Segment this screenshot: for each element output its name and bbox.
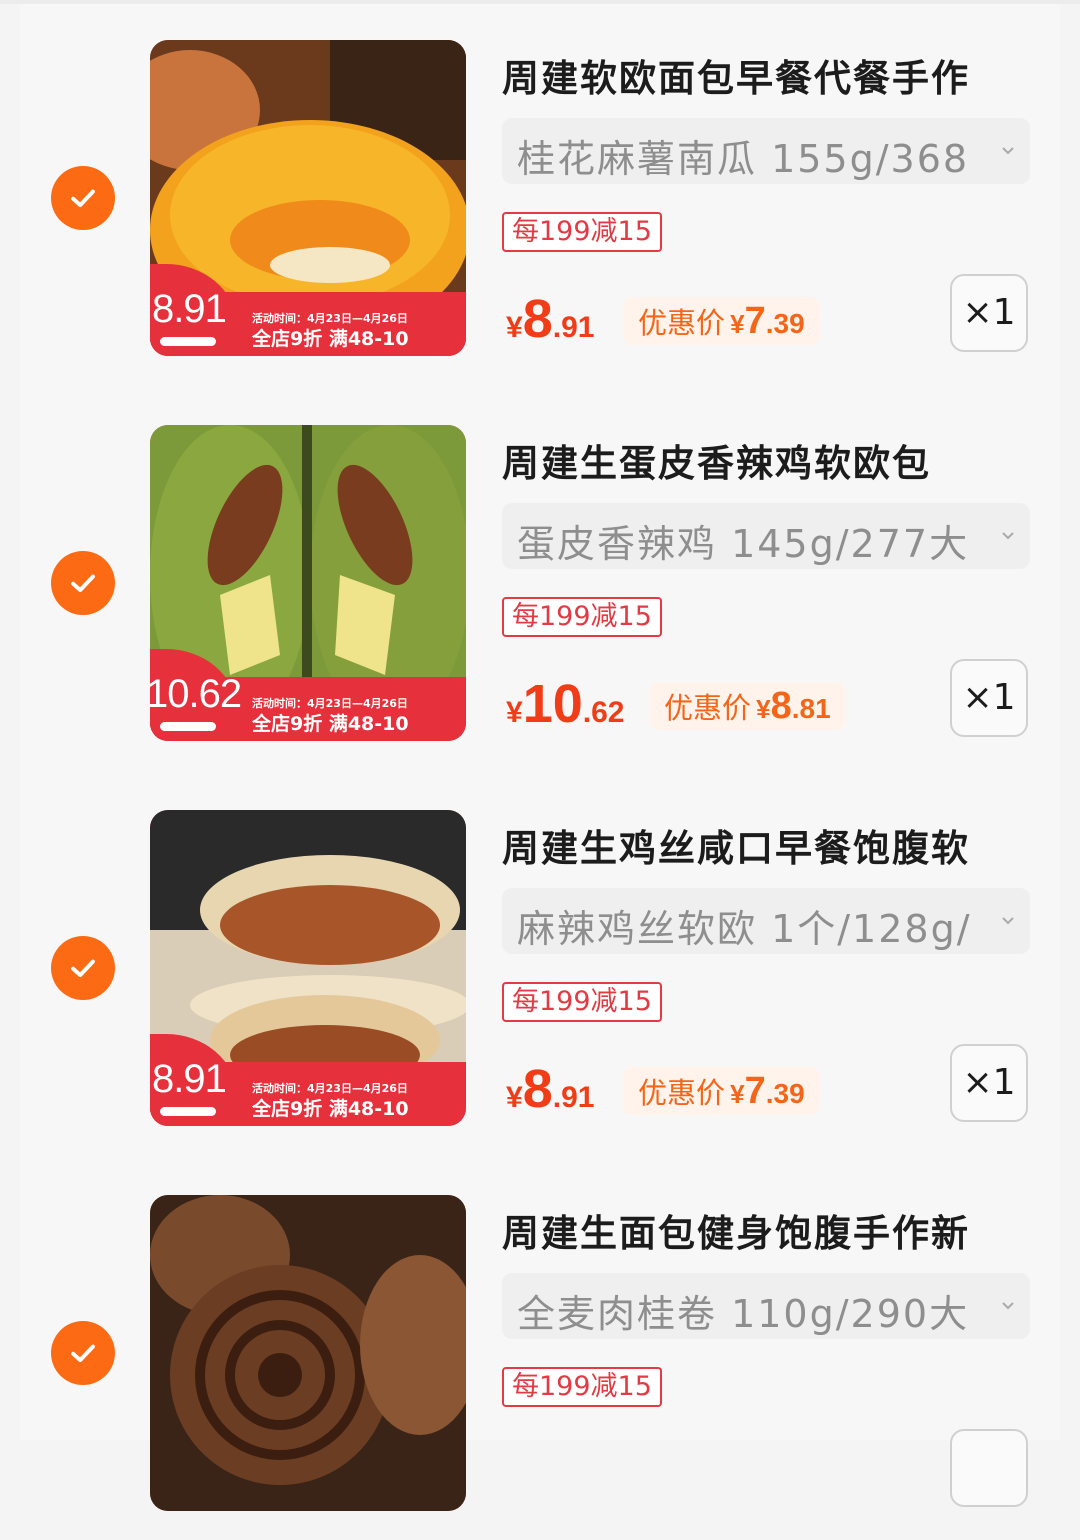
product-image[interactable]: 10.62 活动时间：4月23日—4月26日 全店9折 满48-10 [150,425,466,741]
spec-value: 桂花麻薯南瓜 155g/368 [517,137,970,181]
cart-item: 8.91 活动时间：4月23日—4月26日 全店9折 满48-10 周建生鸡丝咸… [0,770,1080,1155]
spec-selector[interactable]: 全麦肉桂卷 110g/290大 [502,1273,1030,1339]
promo-original-price [160,1107,216,1116]
cart-item: 周建生面包健身饱腹手作新 全麦肉桂卷 110g/290大 每199减15 [0,1155,1080,1540]
promo-offer: 全店9折 满48-10 [252,328,409,350]
product-image[interactable]: 8.91 活动时间：4月23日—4月26日 全店9折 满48-10 [150,810,466,1126]
promo-price: 8.91 [152,287,227,331]
product-title[interactable]: 周建生鸡丝咸口早餐饱腹软 [502,818,970,872]
discount-price: 优惠价 ¥7.39 [624,1067,819,1115]
item-price: ¥10.62 [506,674,625,734]
discount-price: 优惠价 ¥7.39 [624,297,819,345]
checkmark-icon [71,1344,95,1363]
chevron-down-icon [1002,532,1014,540]
quantity-button[interactable]: ×1 [950,659,1028,737]
spec-value: 蛋皮香辣鸡 145g/277大 [517,522,970,566]
promo-price: 8.91 [152,1057,227,1101]
spec-selector[interactable]: 麻辣鸡丝软欧 1个/128g/ [502,888,1030,954]
product-image[interactable]: 8.91 活动时间：4月23日—4月26日 全店9折 满48-10 [150,40,466,356]
item-select-checkbox[interactable] [51,1321,115,1385]
checkmark-icon [71,959,95,978]
product-title[interactable]: 周建生蛋皮香辣鸡软欧包 [502,433,931,487]
discount-price: 优惠价 ¥8.81 [650,682,845,730]
product-title[interactable]: 周建软欧面包早餐代餐手作 [502,48,970,102]
item-price: ¥8.91 [506,1059,595,1119]
chevron-down-icon [1002,147,1014,155]
coupon-tag: 每199减15 [502,1367,662,1407]
spec-selector[interactable]: 桂花麻薯南瓜 155g/368 [502,118,1030,184]
item-price: ¥8.91 [506,289,595,349]
cart-item: 10.62 活动时间：4月23日—4月26日 全店9折 满48-10 周建生蛋皮… [0,385,1080,770]
item-select-checkbox[interactable] [51,551,115,615]
item-select-checkbox[interactable] [51,936,115,1000]
promo-price: 10.62 [150,672,242,716]
promo-original-price [160,722,216,731]
promo-original-price [160,337,216,346]
product-image[interactable] [150,1195,466,1511]
cinnamon-roll-photo [150,1195,466,1511]
chevron-down-icon [1002,917,1014,925]
promo-offer: 全店9折 满48-10 [252,713,409,735]
coupon-tag: 每199减15 [502,212,662,252]
quantity-button[interactable]: ×1 [950,274,1028,352]
promo-offer: 全店9折 满48-10 [252,1098,409,1120]
quantity-button[interactable] [950,1429,1028,1507]
quantity-button[interactable]: ×1 [950,1044,1028,1122]
checkmark-icon [71,574,95,593]
checkmark-icon [71,189,95,208]
spec-value: 麻辣鸡丝软欧 1个/128g/ [517,907,972,951]
chevron-down-icon [1002,1302,1014,1310]
item-select-checkbox[interactable] [51,166,115,230]
product-title[interactable]: 周建生面包健身饱腹手作新 [502,1203,970,1257]
spec-value: 全麦肉桂卷 110g/290大 [517,1292,970,1336]
coupon-tag: 每199减15 [502,982,662,1022]
cart-item: 8.91 活动时间：4月23日—4月26日 全店9折 满48-10 周建软欧面包… [0,0,1080,385]
spec-selector[interactable]: 蛋皮香辣鸡 145g/277大 [502,503,1030,569]
coupon-tag: 每199减15 [502,597,662,637]
